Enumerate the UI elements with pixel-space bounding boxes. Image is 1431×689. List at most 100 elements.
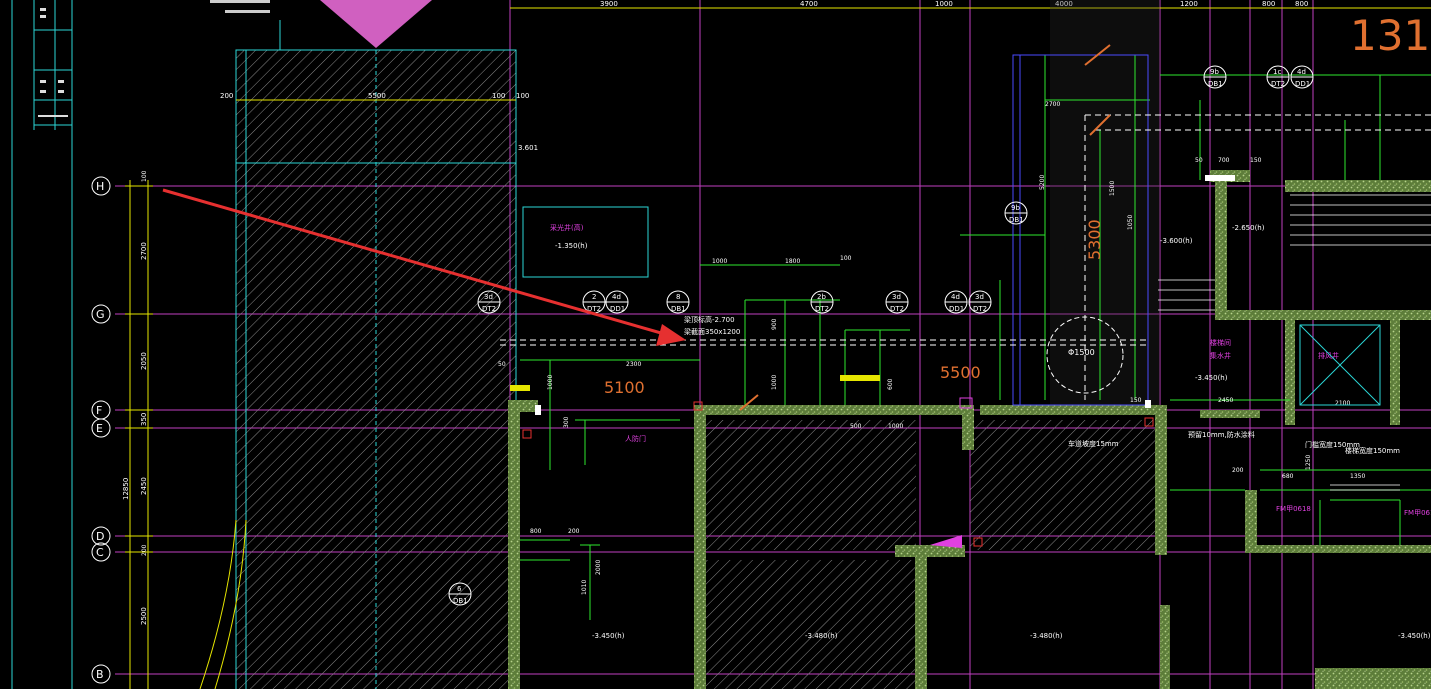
svg-text:9b: 9b: [1210, 68, 1219, 76]
left-dim-350: 350: [140, 413, 148, 426]
window-elev: -1.350(h): [555, 242, 588, 250]
elev-5: -2.650(h): [1232, 224, 1265, 232]
axis-F: F: [96, 404, 102, 417]
ramp-dim-right: 100: [492, 92, 505, 100]
ramp-dim-right2: 100: [516, 92, 529, 100]
svg-text:DT2: DT2: [815, 305, 829, 313]
elev-7: -3.450(h): [1398, 632, 1431, 640]
left-dim-2700: 2700: [140, 242, 148, 260]
sm-4: 600: [887, 378, 894, 390]
circle-dim: Φ1500: [1068, 348, 1095, 357]
svg-text:4d: 4d: [612, 293, 621, 301]
elev-6: -3.450(h): [592, 632, 625, 640]
beam-note-1: 梁顶标高-2.700: [684, 315, 735, 324]
dim-o: 680: [1282, 473, 1294, 480]
ramp-dim-mid: 5500: [368, 92, 386, 100]
top-dim-7: 800: [1295, 0, 1308, 8]
shaft-cross: [1299, 324, 1381, 406]
dim-f: 1000: [771, 375, 778, 390]
dim-p: 150: [1130, 397, 1142, 404]
dim-u: 200: [568, 528, 580, 535]
orange-dim-5300: 5300: [1085, 219, 1104, 260]
svg-text:2b: 2b: [817, 293, 826, 301]
dim-q: 200: [1232, 467, 1244, 474]
axis-H: H: [96, 180, 104, 193]
beam-note-2: 梁截面350x1200: [684, 327, 740, 336]
dim-k: 2450: [1218, 397, 1233, 404]
tag-2: 2DT2: [582, 290, 606, 314]
dim-v: 50: [1195, 157, 1203, 164]
svg-text:3d: 3d: [975, 293, 984, 301]
svg-text:4d: 4d: [1297, 68, 1306, 76]
label-stair-width: 楼梯宽度150mm: [1345, 446, 1400, 455]
dim-n: 1250: [1305, 455, 1312, 470]
label-sump: 集水井: [1210, 351, 1231, 360]
left-dim-2500: 2500: [140, 607, 148, 625]
orange-dim-5100: 5100: [604, 378, 645, 397]
svg-text:DD1: DD1: [1295, 80, 1310, 88]
dim-e: 900: [771, 318, 778, 330]
tag-8: 3d DT2: [968, 290, 992, 314]
ramp-region: 200 5500 100 100 3.601: [199, 0, 538, 689]
dim-g: 1000: [888, 423, 903, 430]
dim-s: 1010: [581, 580, 588, 595]
dim-b: 1800: [785, 258, 800, 265]
svg-text:DB1: DB1: [1208, 80, 1223, 88]
left-dim-100: 100: [141, 170, 148, 182]
tag-9: 9b DB1: [1004, 201, 1028, 225]
top-dim-1: 3900: [600, 0, 618, 8]
svg-text:9b: 9b: [1011, 204, 1020, 212]
dim-r: 800: [530, 528, 542, 535]
left-dim-2450: 2450: [140, 477, 148, 495]
top-dim-3: 1000: [935, 0, 953, 8]
dim-l: 2100: [1335, 400, 1350, 407]
window-label: 采光井(高): [550, 223, 584, 232]
svg-text:DB1: DB1: [453, 597, 468, 605]
elev-3: -3.480(h): [805, 632, 838, 640]
dim-a: 1000: [712, 258, 727, 265]
label-fm1: FM甲0618: [1276, 505, 1311, 513]
sm-3: 1500: [1109, 181, 1116, 196]
left-dim-12850: 12850: [122, 478, 130, 500]
grid-axis-bubbles: H G F E D C B: [91, 176, 111, 684]
label-exhaust: 排风井: [1318, 351, 1339, 360]
dim-h: 2700: [1045, 101, 1060, 108]
north-arrow-triangle: [320, 0, 432, 48]
sm-2: 1000: [547, 375, 554, 390]
tag-7: 4d DD1: [944, 290, 968, 314]
elevation-top: 3.601: [518, 144, 538, 152]
label-slope: 车道坡度15mm: [1068, 439, 1119, 448]
left-dim-2050: 2050: [140, 352, 148, 370]
svg-text:6: 6: [457, 585, 462, 593]
orange-dimensions: 5100 5500 5300: [604, 44, 1111, 411]
svg-text:DT2: DT2: [1271, 80, 1285, 88]
sm-5: 300: [563, 416, 570, 428]
svg-text:3d: 3d: [484, 293, 493, 301]
svg-text:DD1: DD1: [949, 305, 964, 313]
tag-6: 3d DT2: [885, 290, 909, 314]
dim-i: 5200: [1039, 175, 1046, 190]
svg-text:DD1: DD1: [610, 305, 625, 313]
tag-10: 9b DB1: [1203, 65, 1227, 89]
tag-5: 2b DT2: [810, 290, 834, 314]
orange-dim-5500: 5500: [940, 363, 981, 382]
big-title-fragment: 1310: [1350, 11, 1431, 60]
left-dimension-lines: 2700 2050 350 2450 12850 2500 100 200: [122, 170, 153, 689]
cad-drawing-canvas[interactable]: 3900 4700 1000 4000 1200 800 800 1310 20…: [0, 0, 1431, 689]
svg-text:3d: 3d: [892, 293, 901, 301]
dim-j: 1050: [1127, 215, 1134, 230]
elev-4: -3.480(h): [1030, 632, 1063, 640]
sm-1: 500: [850, 423, 862, 430]
axis-C: C: [96, 546, 104, 559]
svg-text:8: 8: [676, 293, 680, 301]
title-block-sidebar: [11, 0, 73, 689]
dim-w: 700: [1218, 157, 1230, 164]
dim-t: 2000: [595, 560, 602, 575]
label-stair: 楼梯间: [1210, 338, 1231, 347]
label-door: 人防门: [625, 434, 646, 443]
tag-12: 4d DD1: [1290, 65, 1314, 89]
axis-B: B: [96, 668, 104, 681]
top-dim-5: 1200: [1180, 0, 1198, 8]
left-dim-200a: 200: [141, 544, 148, 556]
axis-E: E: [96, 422, 103, 435]
